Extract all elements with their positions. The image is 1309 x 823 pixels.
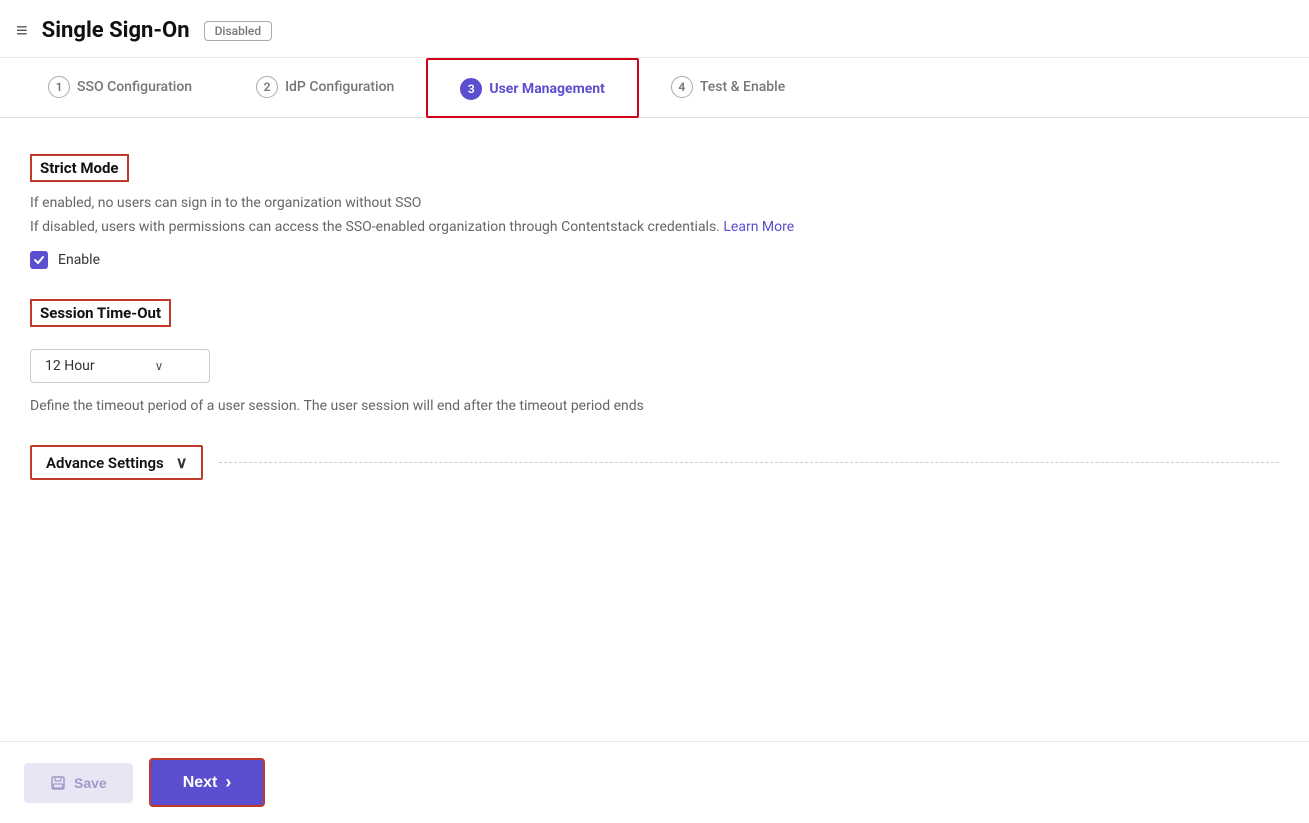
page-wrapper: ≡ Single Sign-On Disabled 1 SSO Configur… [0,0,1309,823]
chevron-down-icon: ∨ [176,453,188,472]
save-icon [50,775,66,791]
status-badge: Disabled [204,21,273,41]
save-label: Save [74,775,107,791]
next-chevron-icon: › [225,772,231,793]
session-timeout-desc: Define the timeout period of a user sess… [30,395,1279,417]
tab-sso-configuration[interactable]: 1 SSO Configuration [16,58,224,117]
enable-checkbox[interactable] [30,251,48,269]
hamburger-icon[interactable]: ≡ [16,18,28,43]
tab-user-management[interactable]: 3 User Management [426,58,639,118]
dropdown-value: 12 Hour [45,358,95,374]
tab-number-4: 4 [671,76,693,98]
enable-checkbox-row: Enable [30,251,1279,269]
footer-bar: Save Next › [0,741,1309,823]
strict-mode-desc2: If disabled, users with permissions can … [30,216,1279,238]
session-timeout-section: Session Time-Out 12 Hour ∨ Define the ti… [30,299,1279,417]
tab-label-user-management: User Management [489,81,605,97]
advance-settings-label: Advance Settings [46,454,164,472]
save-button[interactable]: Save [24,763,133,803]
chevron-down-icon: ∨ [155,359,164,373]
tab-number-3: 3 [460,78,482,100]
header: ≡ Single Sign-On Disabled [0,0,1309,58]
learn-more-link[interactable]: Learn More [723,219,794,235]
enable-label: Enable [58,252,100,268]
strict-mode-heading: Strict Mode [30,154,129,182]
strict-mode-desc1: If enabled, no users can sign in to the … [30,192,1279,214]
tab-idp-configuration[interactable]: 2 IdP Configuration [224,58,426,117]
tab-label-idp: IdP Configuration [285,79,394,95]
tab-number-2: 2 [256,76,278,98]
tab-number-1: 1 [48,76,70,98]
next-label: Next [183,774,218,792]
advance-settings-toggle[interactable]: Advance Settings ∨ [30,445,203,480]
next-button[interactable]: Next › [149,758,266,807]
main-content: Strict Mode If enabled, no users can sig… [0,118,1309,741]
session-timeout-dropdown[interactable]: 12 Hour ∨ [30,349,210,383]
session-timeout-dropdown-row: 12 Hour ∨ [30,349,1279,383]
tabs-bar: 1 SSO Configuration 2 IdP Configuration … [0,58,1309,118]
advance-settings-row: Advance Settings ∨ [30,445,1279,480]
tab-label-test: Test & Enable [700,79,785,95]
page-title: Single Sign-On [42,18,190,43]
divider-line [219,462,1279,463]
session-timeout-heading: Session Time-Out [30,299,171,327]
strict-mode-section: Strict Mode If enabled, no users can sig… [30,154,1279,269]
tab-label-sso: SSO Configuration [77,79,192,95]
tab-test-enable[interactable]: 4 Test & Enable [639,58,817,117]
